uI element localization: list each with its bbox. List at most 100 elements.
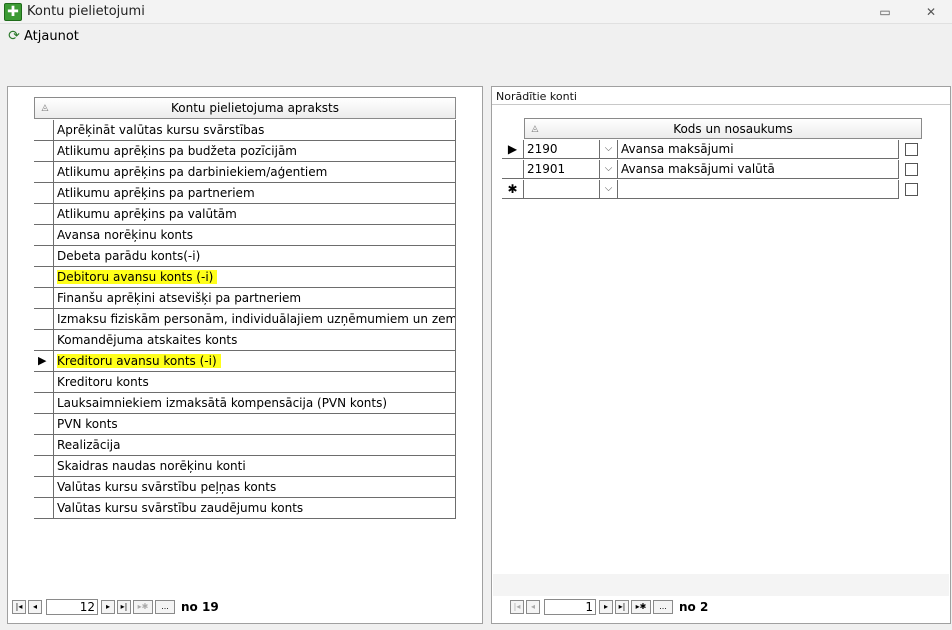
prev-record-button[interactable]: ◂ bbox=[526, 600, 540, 614]
next-record-button[interactable]: ▸ bbox=[599, 600, 613, 614]
row-selector[interactable] bbox=[34, 141, 54, 162]
more-button[interactable]: ... bbox=[155, 600, 175, 614]
record-position-input[interactable]: 12 bbox=[46, 599, 98, 615]
row-description-text: Aprēķināt valūtas kursu svārstības bbox=[57, 123, 265, 137]
row-description-cell[interactable]: Valūtas kursu svārstību peļņas konts bbox=[54, 477, 456, 498]
row-selector[interactable] bbox=[34, 162, 54, 183]
row-selector[interactable]: ✱ bbox=[502, 180, 524, 199]
row-selector[interactable] bbox=[34, 498, 54, 519]
next-record-button[interactable]: ▸ bbox=[101, 600, 115, 614]
row-checkbox[interactable] bbox=[905, 143, 918, 156]
row-description-cell[interactable]: Debeta parādu konts(-i) bbox=[54, 246, 456, 267]
row-description-cell[interactable]: Finanšu aprēķini atsevišķi pa partneriem bbox=[54, 288, 456, 309]
table-row[interactable]: Avansa norēķinu konts bbox=[34, 225, 456, 246]
account-code-cell[interactable] bbox=[524, 180, 600, 199]
table-row[interactable]: Finanšu aprēķini atsevišķi pa partneriem bbox=[34, 288, 456, 309]
close-button[interactable]: ✕ bbox=[920, 4, 942, 20]
table-row[interactable]: Atlikumu aprēķins pa budžeta pozīcijām bbox=[34, 141, 456, 162]
row-selector[interactable] bbox=[34, 330, 54, 351]
table-row[interactable]: Valūtas kursu svārstību peļņas konts bbox=[34, 477, 456, 498]
table-row[interactable]: ▶ 2190 ⌵ Avansa maksājumi bbox=[502, 140, 899, 159]
last-record-button[interactable]: ▸| bbox=[117, 600, 131, 614]
table-row[interactable]: Atlikumu aprēķins pa valūtām bbox=[34, 204, 456, 225]
row-description-text: Kreditoru avansu konts (-i) bbox=[57, 354, 221, 368]
row-selector[interactable] bbox=[34, 288, 54, 309]
row-description-text: Atlikumu aprēķins pa partneriem bbox=[57, 186, 255, 200]
chevron-down-icon[interactable]: ⌵ bbox=[600, 180, 618, 199]
row-description-cell[interactable]: Kreditoru avansu konts (-i) bbox=[54, 351, 456, 372]
first-record-button[interactable]: |◂ bbox=[510, 600, 524, 614]
column-header-description[interactable]: ◬ Kontu pielietojuma apraksts bbox=[34, 97, 456, 119]
chevron-down-icon[interactable]: ⌵ bbox=[600, 140, 618, 159]
row-selector[interactable]: ▶ bbox=[34, 351, 54, 372]
row-selector[interactable] bbox=[34, 435, 54, 456]
table-row[interactable]: Izmaksu fiziskām personām, individuālaji… bbox=[34, 309, 456, 330]
table-row[interactable]: Komandējuma atskaites konts bbox=[34, 330, 456, 351]
row-selector[interactable] bbox=[34, 204, 54, 225]
row-description-cell[interactable]: Skaidras naudas norēķinu konti bbox=[54, 456, 456, 477]
table-row[interactable]: Atlikumu aprēķins pa darbiniekiem/aģenti… bbox=[34, 162, 456, 183]
first-record-button[interactable]: |◂ bbox=[12, 600, 26, 614]
table-row[interactable]: Valūtas kursu svārstību zaudējumu konts bbox=[34, 498, 456, 519]
row-selector[interactable] bbox=[34, 372, 54, 393]
row-description-cell[interactable]: Aprēķināt valūtas kursu svārstības bbox=[54, 120, 456, 141]
account-name-cell[interactable]: Avansa maksājumi valūtā bbox=[618, 160, 899, 179]
table-row[interactable]: ▶ Kreditoru avansu konts (-i) bbox=[34, 351, 456, 372]
account-code-cell[interactable]: 21901 bbox=[524, 160, 600, 179]
row-description-cell[interactable]: Atlikumu aprēķins pa partneriem bbox=[54, 183, 456, 204]
table-row[interactable]: 21901 ⌵ Avansa maksājumi valūtā bbox=[502, 160, 899, 179]
record-navigator: |◂ ◂ 12 ▸ ▸| ▸✱ ... no 19 bbox=[12, 598, 219, 616]
row-description-cell[interactable]: Lauksaimniekiem izmaksātā kompensācija (… bbox=[54, 393, 456, 414]
table-row[interactable]: Skaidras naudas norēķinu konti bbox=[34, 456, 456, 477]
row-description-cell[interactable]: Debitoru avansu konts (-i) bbox=[54, 267, 456, 288]
new-record-button[interactable]: ▸✱ bbox=[631, 600, 651, 614]
table-row[interactable]: Realizācija bbox=[34, 435, 456, 456]
row-checkbox[interactable] bbox=[905, 183, 918, 196]
row-selector[interactable] bbox=[34, 477, 54, 498]
row-description-cell[interactable]: Kreditoru konts bbox=[54, 372, 456, 393]
row-selector[interactable] bbox=[34, 414, 54, 435]
row-selector[interactable] bbox=[34, 456, 54, 477]
row-description-cell[interactable]: Realizācija bbox=[54, 435, 456, 456]
row-description-cell[interactable]: Atlikumu aprēķins pa budžeta pozīcijām bbox=[54, 141, 456, 162]
account-name-cell[interactable] bbox=[618, 180, 899, 199]
account-name-cell[interactable]: Avansa maksājumi bbox=[618, 140, 899, 159]
table-row[interactable]: Atlikumu aprēķins pa partneriem bbox=[34, 183, 456, 204]
row-selector[interactable] bbox=[34, 183, 54, 204]
row-selector[interactable] bbox=[34, 120, 54, 141]
row-selector[interactable] bbox=[34, 393, 54, 414]
row-description-cell[interactable]: Atlikumu aprēķins pa darbiniekiem/aģenti… bbox=[54, 162, 456, 183]
refresh-button[interactable]: ⟳ Atjaunot bbox=[6, 27, 79, 45]
row-selector[interactable] bbox=[34, 267, 54, 288]
row-description-cell[interactable]: Atlikumu aprēķins pa valūtām bbox=[54, 204, 456, 225]
row-selector[interactable] bbox=[34, 309, 54, 330]
minimize-button[interactable]: ▭ bbox=[874, 4, 896, 20]
row-description-cell[interactable]: Izmaksu fiziskām personām, individuālaji… bbox=[54, 309, 456, 330]
more-button[interactable]: ... bbox=[653, 600, 673, 614]
new-record-button[interactable]: ▸✱ bbox=[133, 600, 153, 614]
table-row[interactable]: Kreditoru konts bbox=[34, 372, 456, 393]
current-row-icon[interactable]: ▶ bbox=[502, 140, 524, 159]
row-selector[interactable] bbox=[502, 160, 524, 179]
table-row[interactable]: PVN konts bbox=[34, 414, 456, 435]
row-description-cell[interactable]: Avansa norēķinu konts bbox=[54, 225, 456, 246]
row-description-cell[interactable]: Valūtas kursu svārstību zaudējumu konts bbox=[54, 498, 456, 519]
table-row[interactable]: Aprēķināt valūtas kursu svārstības bbox=[34, 120, 456, 141]
row-selector[interactable] bbox=[34, 225, 54, 246]
row-description-text: Kreditoru konts bbox=[57, 375, 149, 389]
column-header-code-name[interactable]: ◬ Kods un nosaukums bbox=[524, 118, 922, 139]
account-code-cell[interactable]: 2190 bbox=[524, 140, 600, 159]
chevron-down-icon[interactable]: ⌵ bbox=[600, 160, 618, 179]
row-selector[interactable] bbox=[34, 246, 54, 267]
row-description-cell[interactable]: PVN konts bbox=[54, 414, 456, 435]
last-record-button[interactable]: ▸| bbox=[615, 600, 629, 614]
table-row[interactable]: Debitoru avansu konts (-i) bbox=[34, 267, 456, 288]
table-row[interactable]: Debeta parādu konts(-i) bbox=[34, 246, 456, 267]
row-description-cell[interactable]: Komandējuma atskaites konts bbox=[54, 330, 456, 351]
new-row[interactable]: ✱ ⌵ bbox=[502, 180, 899, 199]
table-row[interactable]: Lauksaimniekiem izmaksātā kompensācija (… bbox=[34, 393, 456, 414]
record-position-input[interactable]: 1 bbox=[544, 599, 596, 615]
prev-record-button[interactable]: ◂ bbox=[28, 600, 42, 614]
status-strip bbox=[493, 574, 949, 596]
row-checkbox[interactable] bbox=[905, 163, 918, 176]
